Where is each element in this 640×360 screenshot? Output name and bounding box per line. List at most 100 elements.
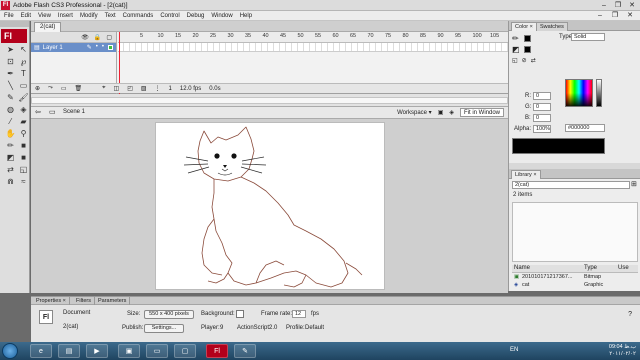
add-motion-guide-icon[interactable]: ⤳ xyxy=(48,85,53,92)
close-button[interactable]: ✕ xyxy=(626,1,638,10)
brush-tool-icon[interactable]: 🖌 xyxy=(18,93,29,103)
text-tool-icon[interactable]: T xyxy=(18,69,29,79)
zoom-select[interactable]: Fit in Window xyxy=(460,108,504,117)
hex-value-field[interactable]: #000000 xyxy=(565,124,605,132)
publish-settings-button[interactable]: Settings... xyxy=(144,324,184,333)
media-player-icon[interactable]: ▶ xyxy=(86,344,108,358)
library-document-select[interactable]: 2(cat) xyxy=(512,181,630,189)
background-color-swatch[interactable] xyxy=(236,310,244,318)
paint-icon[interactable]: ✎ xyxy=(234,344,256,358)
center-frame-icon[interactable]: ⌖ xyxy=(102,85,105,92)
delete-layer-icon[interactable]: 🗑 xyxy=(75,85,83,92)
help-icon[interactable]: ? xyxy=(628,311,632,318)
menu-insert[interactable]: Insert xyxy=(58,13,73,19)
cat-drawing[interactable] xyxy=(156,123,386,291)
frame-rate-field[interactable]: 12 xyxy=(292,310,306,318)
onion-outline-icon[interactable]: ◰ xyxy=(127,85,133,92)
swap-colors-icon[interactable]: ⇄ xyxy=(5,165,16,175)
frame-ruler[interactable]: 5 10 15 20 25 30 35 40 45 50 55 60 65 70 75 80 85 90 95 100… xyxy=(118,32,508,43)
start-button[interactable] xyxy=(2,343,18,359)
lasso-tool-icon[interactable]: ℘ xyxy=(18,57,29,67)
edit-scene-icon[interactable]: ▣ xyxy=(438,109,444,116)
back-arrow-icon[interactable]: ⇦ xyxy=(35,109,43,116)
outline-swatch-icon[interactable] xyxy=(108,45,113,50)
no-color-icon[interactable]: ⊘ xyxy=(522,57,527,64)
fill-color-icon[interactable]: ◩ xyxy=(512,45,524,54)
frame-row[interactable] xyxy=(118,43,508,52)
tools-panel-header[interactable] xyxy=(0,21,29,27)
r-value-field[interactable]: 0 xyxy=(533,92,551,100)
hand-tool-icon[interactable]: ✋ xyxy=(5,129,16,139)
system-clock[interactable]: 09:04 ب.ظ ۲۰۱۱/۰۲/۰۲ xyxy=(609,344,636,358)
stroke-color-icon[interactable]: ✏ xyxy=(512,34,524,43)
window-icon[interactable]: ▢ xyxy=(174,344,196,358)
explorer-icon[interactable]: ▤ xyxy=(58,344,80,358)
b-value-field[interactable]: 0 xyxy=(533,114,551,122)
modify-onion-markers-icon[interactable]: ⋮ xyxy=(155,85,161,92)
ink-bottle-tool-icon[interactable]: ◍ xyxy=(5,105,16,115)
menu-text[interactable]: Text xyxy=(105,13,116,19)
free-transform-tool-icon[interactable]: ⊡ xyxy=(5,57,16,67)
color-tab[interactable]: Color × xyxy=(511,22,537,31)
pencil-tool-icon[interactable]: ✎ xyxy=(5,93,16,103)
stroke-color-swatch[interactable] xyxy=(524,35,531,42)
subselection-tool-icon[interactable]: ↖ xyxy=(18,45,29,55)
properties-tab[interactable]: Properties × xyxy=(33,297,70,305)
library-tab[interactable]: Library × xyxy=(511,170,541,179)
g-value-field[interactable]: 0 xyxy=(533,103,551,111)
col-use[interactable]: Use xyxy=(618,265,629,271)
pen-tool-icon[interactable]: ✒ xyxy=(5,69,16,79)
lock-dot-icon[interactable]: • xyxy=(102,44,104,51)
menu-file[interactable]: File xyxy=(4,13,14,19)
lock-icon[interactable]: 🔒 xyxy=(94,34,101,41)
photo-viewer-icon[interactable]: ▣ xyxy=(118,344,140,358)
menu-edit[interactable]: Edit xyxy=(21,13,31,19)
menu-commands[interactable]: Commands xyxy=(123,13,154,19)
size-button[interactable]: 550 x 400 pixels xyxy=(144,310,194,319)
flash-taskbar-icon[interactable]: Fl xyxy=(206,344,228,358)
stage-canvas[interactable] xyxy=(155,122,385,290)
swatches-tab[interactable]: Swatches xyxy=(536,22,568,31)
language-indicator[interactable]: EN xyxy=(510,347,518,353)
eraser-tool-icon[interactable]: ▰ xyxy=(18,117,29,127)
color-spectrum-picker[interactable] xyxy=(565,79,593,107)
menu-modify[interactable]: Modify xyxy=(80,13,98,19)
type-select[interactable]: Solid xyxy=(571,33,605,41)
eyedropper-tool-icon[interactable]: ⁄ xyxy=(5,117,16,127)
minimize-button[interactable]: – xyxy=(598,1,610,10)
workspace-menu[interactable]: Workspace ▾ xyxy=(397,109,432,116)
paint-bucket-tool-icon[interactable]: ◈ xyxy=(18,105,29,115)
show-hide-icon[interactable]: 👁 xyxy=(81,34,89,41)
onion-skin-icon[interactable]: ◫ xyxy=(114,85,120,92)
menu-window[interactable]: Window xyxy=(211,13,232,19)
insert-folder-icon[interactable]: ▭ xyxy=(61,85,67,92)
folder-icon[interactable]: ▭ xyxy=(146,344,168,358)
selection-tool-icon[interactable]: ➤ xyxy=(5,45,16,55)
col-type[interactable]: Type xyxy=(584,265,597,271)
default-colors-icon[interactable]: ◱ xyxy=(18,165,29,175)
document-tab[interactable]: 2(cat) xyxy=(34,22,62,32)
menu-debug[interactable]: Debug xyxy=(187,13,205,19)
col-name[interactable]: Name xyxy=(514,265,530,271)
line-tool-icon[interactable]: ╲ xyxy=(5,81,16,91)
doc-minimize-button[interactable]: – xyxy=(594,11,606,20)
pin-icon[interactable]: ⊞ xyxy=(631,180,637,188)
smooth-option-icon[interactable]: ≈ xyxy=(18,177,29,187)
library-row[interactable]: ◈ cat Graphic xyxy=(512,282,638,290)
rectangle-tool-icon[interactable]: ▭ xyxy=(18,81,29,91)
layer-row[interactable]: ▤ Layer 1 ✎ • • xyxy=(31,43,116,52)
insert-layer-icon[interactable]: ⊕ xyxy=(35,85,40,92)
edit-multiple-frames-icon[interactable]: ▨ xyxy=(141,85,147,92)
restore-button[interactable]: ❐ xyxy=(612,1,624,10)
doc-close-button[interactable]: ✕ xyxy=(624,11,636,20)
stroke-swatch-icon[interactable]: ■ xyxy=(18,141,29,151)
edit-symbol-icon[interactable]: ◈ xyxy=(449,109,454,116)
alpha-value-field[interactable]: 100% xyxy=(533,125,551,133)
menu-help[interactable]: Help xyxy=(240,13,252,19)
doc-restore-button[interactable]: ❐ xyxy=(609,11,621,20)
default-colors-icon[interactable]: ◱ xyxy=(512,57,518,64)
fill-swatch-icon[interactable]: ■ xyxy=(18,153,29,163)
outline-icon[interactable]: ▢ xyxy=(106,34,112,41)
stroke-color-icon[interactable]: ✏ xyxy=(5,141,16,151)
snap-option-icon[interactable]: ⋒ xyxy=(5,177,16,187)
